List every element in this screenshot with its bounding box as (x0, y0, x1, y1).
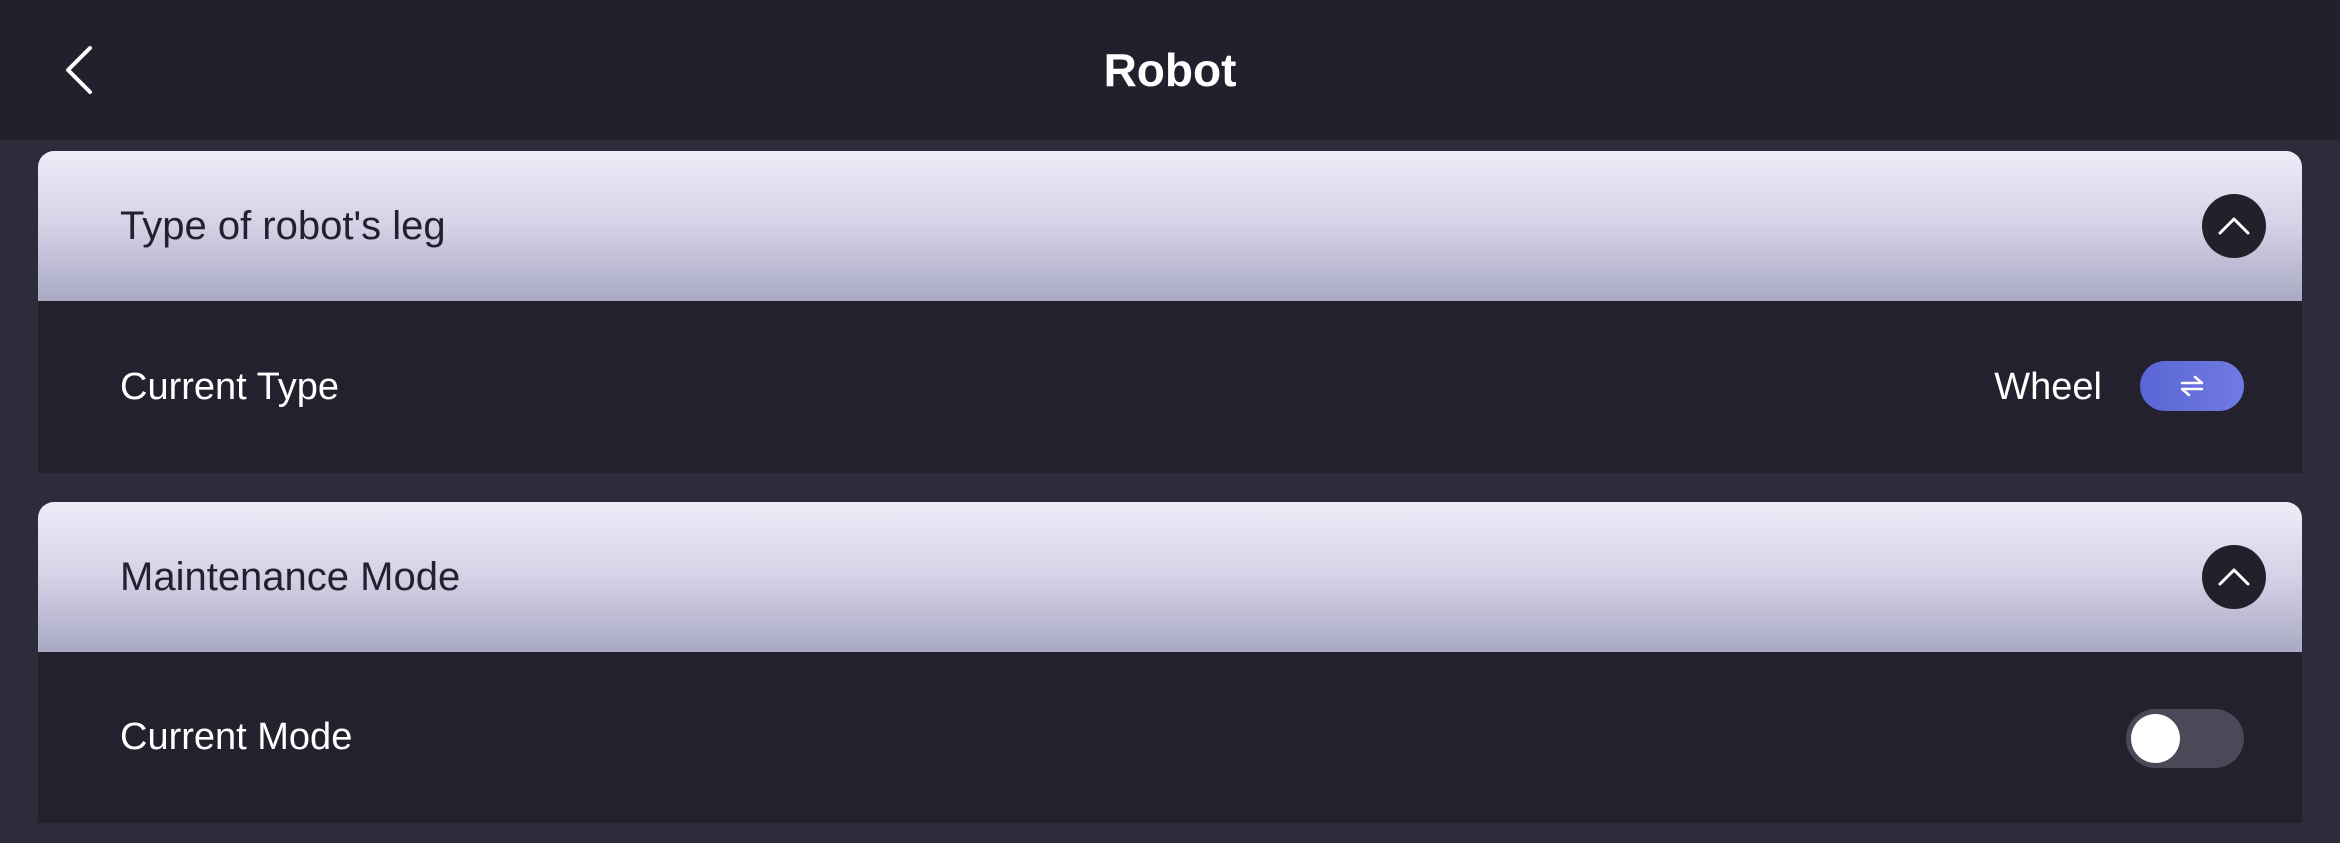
current-type-label: Current Type (120, 365, 339, 408)
back-button[interactable] (52, 36, 108, 104)
maintenance-mode-section-header[interactable]: Maintenance Mode (38, 502, 2302, 652)
chevron-up-icon (2218, 568, 2250, 586)
maintenance-mode-section: Maintenance Mode Current Mode (38, 502, 2302, 823)
leg-type-section-header[interactable]: Type of robot's leg (38, 151, 2302, 301)
maintenance-mode-section-title: Maintenance Mode (120, 555, 461, 599)
maintenance-mode-collapse-button[interactable] (2202, 545, 2266, 609)
switch-type-button[interactable] (2140, 361, 2244, 411)
chevron-left-icon (66, 46, 92, 94)
top-bar: Robot (0, 0, 2340, 140)
leg-type-section: Type of robot's leg Current Type Wheel (38, 151, 2302, 473)
current-type-value: Wheel (1994, 365, 2102, 408)
swap-icon (2180, 375, 2204, 397)
leg-type-row: Current Type Wheel (38, 301, 2302, 473)
current-mode-label: Current Mode (120, 716, 353, 758)
leg-type-collapse-button[interactable] (2202, 194, 2266, 258)
maintenance-mode-row: Current Mode (38, 652, 2302, 823)
maintenance-mode-toggle[interactable] (2126, 709, 2244, 768)
page-title: Robot (1103, 44, 1237, 96)
toggle-knob (2131, 714, 2180, 763)
chevron-up-icon (2218, 217, 2250, 235)
leg-type-section-title: Type of robot's leg (120, 204, 446, 248)
